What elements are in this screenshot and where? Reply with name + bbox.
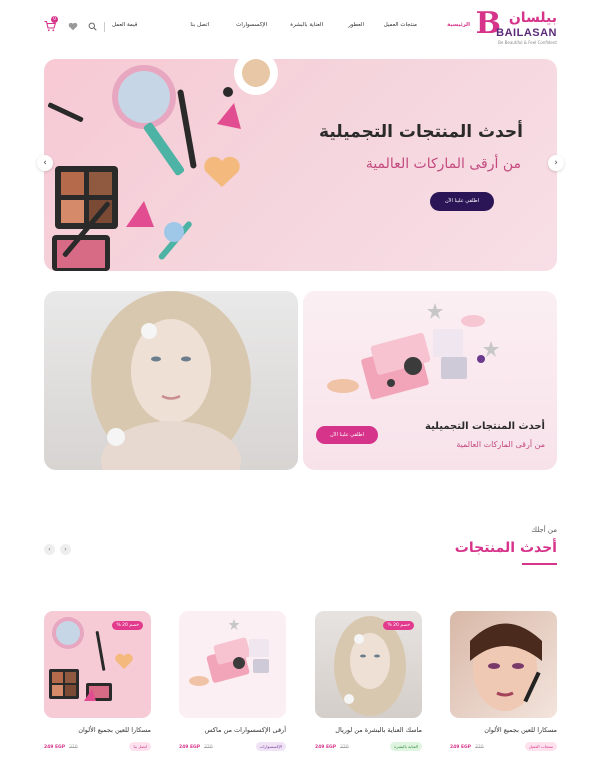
- discount-badge: خصم 20 %: [112, 621, 143, 630]
- accessories-box-photo: [189, 619, 269, 686]
- hero-shop-button[interactable]: اطلقي علينا الآن: [430, 192, 494, 211]
- product-category-tag[interactable]: العناية بالبشرة: [390, 742, 422, 751]
- hero-prev-arrow[interactable]: ‹: [37, 155, 53, 171]
- cart-count-badge: 0: [51, 16, 58, 23]
- product-image[interactable]: خصم 20 %: [44, 611, 151, 718]
- product-price: 249 EGP 320: [450, 745, 484, 750]
- promo-model-photo: [44, 291, 298, 470]
- product-image[interactable]: خصم 20 %: [315, 611, 422, 718]
- header-divider: [104, 22, 105, 32]
- product-category-tag[interactable]: منتجات العميل: [524, 742, 557, 751]
- logo-tagline: Be Beautiful & Feel Confident: [498, 40, 557, 45]
- nav-accessories[interactable]: الإكسسوارات: [236, 22, 267, 34]
- discount-badge: خصم 20 %: [383, 621, 414, 630]
- logo-arabic-name: بيلسان: [508, 10, 557, 26]
- hero-next-arrow[interactable]: ›: [548, 155, 564, 171]
- hero-title: أحدث المنتجات التجميلية: [319, 122, 523, 142]
- product-price: 249 EGP 320: [44, 745, 78, 750]
- price-old: 320: [475, 745, 484, 750]
- hero-banner: أحدث المنتجات التجميلية من أرقى الماركات…: [44, 59, 557, 271]
- price-old: 320: [69, 745, 78, 750]
- heart-icon[interactable]: [68, 22, 78, 31]
- hero-subtitle: من أرقى الماركات العالمية: [365, 156, 521, 172]
- products-prev-arrow[interactable]: ‹: [44, 544, 55, 555]
- nav-customer-products[interactable]: منتجات العميل: [384, 22, 417, 34]
- product-category-tag[interactable]: الإكسسوارات: [255, 742, 286, 751]
- price-current: 249 EGP: [315, 745, 337, 750]
- model-portrait-image: [91, 291, 251, 470]
- model-makeup-photo: [470, 623, 542, 711]
- product-image[interactable]: [179, 611, 286, 718]
- price-old: 320: [204, 745, 213, 750]
- product-category-tag[interactable]: اتصل بنا: [129, 742, 151, 751]
- product-price: 249 EGP 320: [179, 745, 213, 750]
- product-card[interactable]: خصم 20 % ماسك العناية بالبشرة من لوريال …: [315, 611, 422, 751]
- price-current: 249 EGP: [44, 745, 66, 750]
- nav-skincare[interactable]: العناية بالبشرة: [290, 22, 323, 34]
- nav-contact[interactable]: اتصل بنا: [190, 22, 209, 34]
- product-image[interactable]: [450, 611, 557, 718]
- product-card[interactable]: خصم 20 % مسكارا للعين بجميع الألوان اتصل…: [44, 611, 151, 751]
- account-link[interactable]: قيمة العمل: [112, 22, 137, 34]
- promo-shop-button[interactable]: اطلقي علينا الآن: [316, 426, 378, 444]
- product-name[interactable]: مسكارا للعين بجميع الألوان: [484, 726, 557, 734]
- price-old: 320: [340, 745, 349, 750]
- section-underline: [522, 563, 557, 565]
- promo-subtitle: من أرقى الماركات العالمية: [456, 440, 545, 449]
- nav-home[interactable]: الرئيسية: [447, 22, 470, 34]
- section-title: أحدث المنتجات: [454, 540, 557, 556]
- product-name[interactable]: أرقى الإكسسوارات من ماكس: [205, 726, 286, 734]
- products-next-arrow[interactable]: ›: [60, 544, 71, 555]
- nav-perfumes[interactable]: العطور: [348, 22, 364, 34]
- promo-title: أحدث المنتجات التجميلية: [425, 421, 545, 432]
- site-header: B بيلسان BAILASAN Be Beautiful & Feel Co…: [0, 0, 600, 56]
- promo-card: أحدث المنتجات التجميلية من أرقى الماركات…: [303, 291, 557, 470]
- product-name[interactable]: ماسك العناية بالبشرة من لوريال: [335, 726, 422, 734]
- product-card[interactable]: مسكارا للعين بجميع الألوان منتجات العميل…: [450, 611, 557, 751]
- product-price: 249 EGP 320: [315, 745, 349, 750]
- product-card[interactable]: أرقى الإكسسوارات من ماكس الإكسسوارات 249…: [179, 611, 286, 751]
- search-icon[interactable]: [88, 22, 97, 31]
- price-current: 249 EGP: [450, 745, 472, 750]
- logo-english-name: BAILASAN: [496, 27, 557, 39]
- price-current: 249 EGP: [179, 745, 201, 750]
- section-kicker: من أجلك: [531, 526, 557, 534]
- brand-logo[interactable]: B بيلسان BAILASAN Be Beautiful & Feel Co…: [476, 9, 557, 46]
- product-name[interactable]: مسكارا للعين بجميع الألوان: [78, 726, 151, 734]
